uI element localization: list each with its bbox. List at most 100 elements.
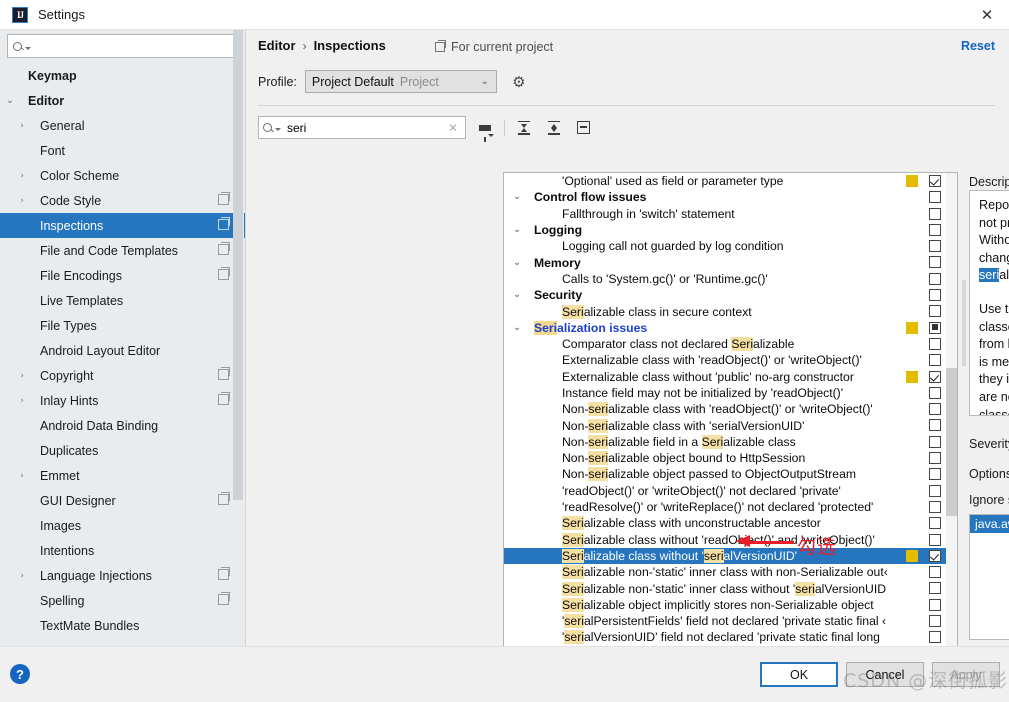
sidebar-scrollbar-thumb[interactable]	[233, 30, 243, 500]
inspection-enabled-checkbox[interactable]	[929, 615, 941, 628]
sidebar-search-box[interactable]	[7, 34, 238, 58]
inspection-row[interactable]: Non-serializable object passed to Object…	[504, 466, 946, 482]
inspection-enabled-checkbox[interactable]	[929, 337, 941, 350]
inspection-row[interactable]: Externalizable class without 'public' no…	[504, 369, 946, 385]
sidebar-item-live-templates[interactable]: Live Templates	[0, 288, 245, 313]
filter-button[interactable]	[473, 117, 496, 142]
inspection-enabled-checkbox[interactable]	[929, 582, 941, 595]
inspection-enabled-checkbox[interactable]	[929, 256, 941, 269]
sidebar-item-gui-designer[interactable]: GUI Designer	[0, 488, 245, 513]
inspection-row[interactable]: Non-serializable object bound to HttpSes…	[504, 450, 946, 466]
sidebar-item-inlay-hints[interactable]: › Inlay Hints	[0, 388, 245, 413]
breadcrumb-parent[interactable]: Editor	[258, 38, 296, 53]
close-icon[interactable]: ✕	[965, 0, 1009, 30]
chevron-right-icon[interactable]: ›	[16, 171, 28, 181]
chevron-down-icon[interactable]: ⌄	[510, 323, 524, 333]
inspection-enabled-checkbox[interactable]	[929, 403, 941, 416]
chevron-down-icon[interactable]: ⌄	[510, 258, 524, 268]
inspection-row[interactable]: Serializable class without 'readObject()…	[504, 532, 946, 548]
chevron-right-icon[interactable]: ›	[16, 121, 28, 131]
inspection-enabled-checkbox[interactable]	[929, 435, 941, 448]
sidebar-item-editor[interactable]: ⌄ Editor	[0, 88, 245, 113]
inspection-group-row[interactable]: ⌄ Memory	[504, 254, 946, 270]
cancel-button[interactable]: Cancel	[846, 662, 924, 687]
inspection-row[interactable]: 'readObject()' or 'writeObject()' not de…	[504, 483, 946, 499]
chevron-down-icon[interactable]: ⌄	[510, 192, 524, 202]
inspection-enabled-checkbox[interactable]	[929, 370, 941, 383]
sidebar-scrollbar-track[interactable]	[233, 30, 244, 646]
sidebar-item-spelling[interactable]: Spelling	[0, 588, 245, 613]
sidebar-item-keymap[interactable]: Keymap	[0, 63, 245, 88]
sidebar-item-emmet[interactable]: › Emmet	[0, 463, 245, 488]
inspection-row[interactable]: Externalizable class with 'readObject()'…	[504, 352, 946, 368]
reset-link[interactable]: Reset	[961, 39, 995, 53]
sidebar-item-duplicates[interactable]: Duplicates	[0, 438, 245, 463]
inspection-row[interactable]: Fallthrough in 'switch' statement	[504, 206, 946, 222]
inspection-enabled-checkbox[interactable]	[929, 354, 941, 367]
inspection-enabled-checkbox[interactable]	[929, 500, 941, 513]
inspection-enabled-checkbox[interactable]	[929, 207, 941, 220]
inspection-enabled-checkbox[interactable]	[929, 223, 941, 236]
expand-all-button[interactable]	[512, 117, 535, 139]
chevron-right-icon[interactable]: ›	[16, 471, 28, 481]
ignore-subclasses-list[interactable]: java.awt.Component	[969, 514, 1009, 640]
ok-button[interactable]: OK	[760, 662, 838, 687]
inspection-row[interactable]: Serializable object implicitly stores no…	[504, 597, 946, 613]
inspection-enabled-checkbox[interactable]	[929, 517, 941, 530]
search-dropdown-caret-icon[interactable]	[25, 46, 31, 50]
apply-button[interactable]: Apply	[932, 662, 1000, 687]
inspection-enabled-checkbox[interactable]	[929, 191, 941, 204]
inspection-enabled-checkbox[interactable]	[929, 240, 941, 253]
sidebar-item-general[interactable]: › General	[0, 113, 245, 138]
sidebar-item-file-types[interactable]: File Types	[0, 313, 245, 338]
inspection-row[interactable]: Instance field may not be initialized by…	[504, 385, 946, 401]
inspection-row[interactable]: Non-serializable class with 'serialVersi…	[504, 417, 946, 433]
inspection-enabled-checkbox[interactable]	[929, 484, 941, 497]
inspection-row[interactable]: Comparator class not declared Serializab…	[504, 336, 946, 352]
chevron-right-icon[interactable]: ›	[16, 396, 28, 406]
inspection-group-row[interactable]: ⌄ Logging	[504, 222, 946, 238]
sidebar-item-copyright[interactable]: › Copyright	[0, 363, 245, 388]
inspection-enabled-checkbox[interactable]	[929, 305, 941, 318]
inspection-enabled-checkbox[interactable]	[929, 533, 941, 546]
inspection-enabled-checkbox[interactable]	[929, 289, 941, 302]
profile-dropdown[interactable]: Project Default Project ⌄	[304, 70, 497, 93]
inspection-row[interactable]: Serializable non-'static' inner class wi…	[504, 564, 946, 580]
ignore-list-item[interactable]: java.awt.Component	[970, 515, 1009, 533]
inspection-search-box[interactable]: ✕	[258, 116, 466, 139]
sidebar-item-file-and-code-templates[interactable]: File and Code Templates	[0, 238, 245, 263]
chevron-right-icon[interactable]: ›	[16, 571, 28, 581]
inspection-enabled-checkbox[interactable]	[929, 598, 941, 611]
inspection-row[interactable]: Serializable non-'static' inner class wi…	[504, 580, 946, 596]
sidebar-item-textmate-bundles[interactable]: TextMate Bundles	[0, 613, 245, 638]
inspection-row[interactable]: Calls to 'System.gc()' or 'Runtime.gc()'	[504, 271, 946, 287]
inspection-row[interactable]: 'readResolve()' or 'writeReplace()' not …	[504, 499, 946, 515]
sidebar-item-file-encodings[interactable]: File Encodings	[0, 263, 245, 288]
sidebar-item-todo[interactable]: TODO	[0, 638, 245, 647]
inspection-enabled-checkbox[interactable]	[929, 419, 941, 432]
inspection-row[interactable]: 'serialVersionUID' field not declared 'p…	[504, 629, 946, 645]
chevron-down-icon[interactable]: ⌄	[510, 290, 524, 300]
inspection-row[interactable]: Logging call not guarded by log conditio…	[504, 238, 946, 254]
inspection-row[interactable]: Serializable class in secure context	[504, 303, 946, 319]
inspection-row[interactable]: Serializable class with unconstructable …	[504, 515, 946, 531]
inspection-group-row[interactable]: ⌄ Serialization issues	[504, 320, 946, 336]
gear-icon[interactable]: ⚙	[511, 74, 527, 90]
inspection-row[interactable]: Serializable class without 'serialVersio…	[504, 547, 946, 565]
help-button[interactable]: ?	[10, 664, 30, 684]
inspection-enabled-checkbox[interactable]	[929, 386, 941, 399]
group-by-severity-button[interactable]	[572, 117, 595, 139]
inspection-tree[interactable]: 'Optional' used as field or parameter ty…	[503, 172, 958, 661]
sidebar-item-color-scheme[interactable]: › Color Scheme	[0, 163, 245, 188]
inspection-enabled-checkbox[interactable]	[929, 175, 941, 187]
sidebar-item-android-layout-editor[interactable]: Android Layout Editor	[0, 338, 245, 363]
search-dropdown-caret-icon[interactable]	[275, 128, 281, 131]
chevron-right-icon[interactable]: ›	[16, 371, 28, 381]
sidebar-item-images[interactable]: Images	[0, 513, 245, 538]
chevron-down-icon[interactable]: ⌄	[4, 96, 16, 106]
tree-scrollbar-thumb[interactable]	[946, 368, 957, 516]
inspection-enabled-checkbox[interactable]	[929, 631, 941, 644]
collapse-all-button[interactable]	[542, 117, 565, 139]
chevron-down-icon[interactable]: ⌄	[510, 225, 524, 235]
inspection-enabled-checkbox[interactable]	[929, 272, 941, 285]
